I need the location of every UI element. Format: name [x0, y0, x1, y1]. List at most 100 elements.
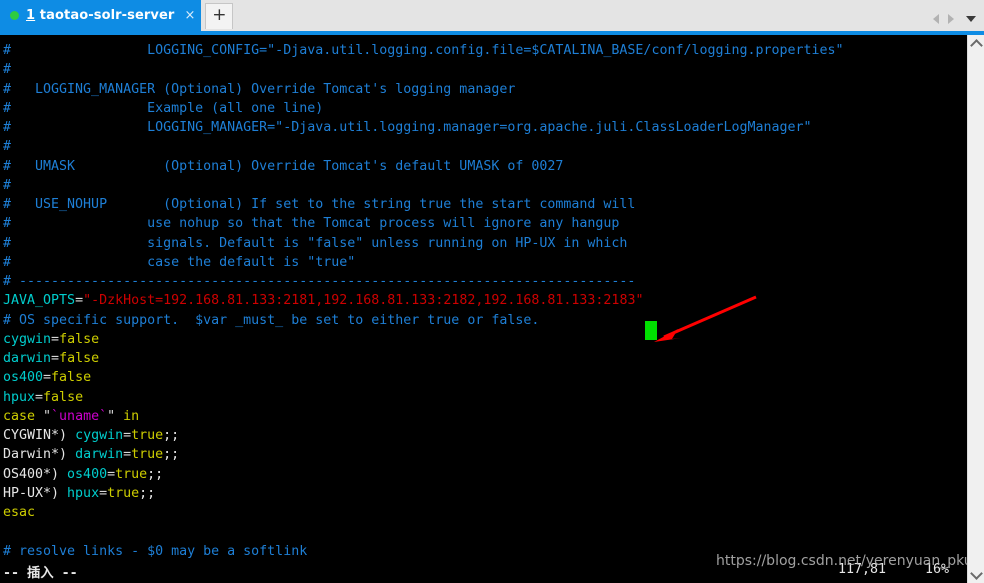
tab-status-dot	[10, 11, 19, 20]
code-token: #	[3, 177, 12, 193]
code-token: =	[35, 389, 44, 405]
code-line: JAVA_OPTS="-DzkHost=192.168.81.133:2181,…	[3, 291, 844, 310]
code-token: # signals. Default is "false" unless run…	[3, 235, 628, 251]
code-token: darwin	[3, 351, 52, 366]
code-token: =	[51, 351, 60, 366]
vim-mode-indicator: -- 插入 --	[3, 566, 78, 581]
code-token: true	[115, 466, 148, 482]
triangle-left-icon[interactable]	[933, 14, 939, 24]
code-content: # LOGGING_CONFIG="-Djava.util.logging.co…	[3, 41, 844, 561]
tab-title: taotao-solr-server	[39, 8, 175, 23]
code-token: # Example (all one line)	[3, 100, 324, 116]
tab-bar: 1 taotao-solr-server × +	[0, 0, 984, 31]
vim-scroll-percent: 16%	[925, 562, 950, 577]
code-line: # LOGGING_CONFIG="-Djava.util.logging.co…	[3, 41, 844, 60]
triangle-right-icon[interactable]	[948, 14, 954, 24]
code-token: in	[123, 408, 140, 424]
code-line: esac	[3, 503, 844, 522]
code-token: #	[3, 139, 12, 155]
code-line: hpux=false	[3, 388, 844, 407]
code-token: true	[131, 428, 164, 443]
code-token: darwin	[75, 447, 124, 463]
code-token: false	[59, 331, 100, 347]
code-token: OS400*)	[3, 466, 68, 482]
code-token: os400	[3, 370, 44, 386]
code-line: case "`uname`" in	[3, 407, 844, 426]
code-token: Darwin*)	[3, 447, 76, 463]
code-token: # UMASK (Optional) Override Tomcat's def…	[3, 158, 564, 174]
code-token: # use nohup so that the Tomcat process w…	[3, 216, 620, 232]
code-token: ;;	[163, 428, 180, 443]
code-line: #	[3, 176, 844, 195]
code-token: # LOGGING_MANAGER (Optional) Override To…	[3, 81, 516, 97]
code-line: HP-UX*) hpux=true;;	[3, 484, 844, 503]
code-token: # case the default is "true"	[3, 254, 356, 270]
chevron-down-icon[interactable]	[968, 566, 984, 583]
code-line: # resolve links - $0 may be a softlink	[3, 542, 844, 561]
text-cursor-block	[645, 321, 657, 340]
code-line: os400=false	[3, 368, 844, 387]
code-token: =	[51, 331, 60, 347]
code-line: # --------------------------------------…	[3, 272, 844, 291]
code-line: # UMASK (Optional) Override Tomcat's def…	[3, 157, 844, 176]
tab-number: 1	[26, 8, 36, 23]
code-token: =	[107, 466, 116, 482]
code-line: # OS specific support. $var _must_ be se…	[3, 311, 844, 330]
vim-status-bar: -- 插入 -- 117,81 16%	[0, 559, 967, 583]
code-token: ;;	[163, 447, 180, 463]
code-token: cygwin	[75, 428, 124, 443]
code-token: true	[107, 485, 140, 501]
code-line: # Example (all one line)	[3, 99, 844, 118]
code-token: =	[123, 428, 132, 443]
scrollbar-thumb[interactable]	[969, 53, 983, 113]
code-token: =	[75, 293, 84, 309]
code-token: HP-UX*)	[3, 485, 68, 501]
code-token: `uname`	[51, 408, 108, 424]
vertical-scrollbar[interactable]	[967, 35, 984, 583]
code-line: # signals. Default is "false" unless run…	[3, 234, 844, 253]
close-icon[interactable]: ×	[184, 9, 195, 22]
code-line: # LOGGING_MANAGER="-Djava.util.logging.m…	[3, 118, 844, 137]
code-token: =	[123, 447, 132, 463]
code-token: case	[3, 408, 36, 424]
code-token: # USE_NOHUP (Optional) If set to the str…	[3, 197, 636, 212]
code-line: cygwin=false	[3, 330, 844, 349]
chevron-up-icon[interactable]	[968, 35, 984, 52]
vim-cursor-position: 117,81	[838, 562, 887, 577]
terminal-window: 1 taotao-solr-server × + # LOGGING_CONFI…	[0, 0, 984, 583]
code-token: cygwin	[3, 331, 52, 347]
code-token: "	[35, 408, 52, 424]
code-line: darwin=false	[3, 349, 844, 368]
code-token: # LOGGING_CONFIG="-Djava.util.logging.co…	[3, 43, 844, 58]
new-tab-button[interactable]: +	[205, 3, 234, 29]
code-line: # USE_NOHUP (Optional) If set to the str…	[3, 195, 844, 214]
code-token: =	[99, 485, 108, 501]
code-token: # --------------------------------------…	[3, 274, 636, 289]
tab-label: 1 taotao-solr-server	[26, 8, 174, 23]
code-token: #	[3, 62, 12, 78]
terminal-body[interactable]: # LOGGING_CONFIG="-Djava.util.logging.co…	[0, 35, 967, 583]
tab-nav-controls	[933, 14, 976, 24]
code-token: hpux	[3, 389, 36, 405]
code-line: # LOGGING_MANAGER (Optional) Override To…	[3, 80, 844, 99]
code-token: # resolve links - $0 may be a softlink	[3, 543, 308, 559]
code-line: #	[3, 60, 844, 79]
code-line: # use nohup so that the Tomcat process w…	[3, 214, 844, 233]
code-token: ;;	[139, 485, 156, 501]
code-token: hpux	[67, 485, 100, 501]
code-token: esac	[3, 505, 36, 520]
caret-down-icon[interactable]	[966, 16, 976, 22]
code-token: "-DzkHost=192.168.81.133:2181,192.168.81…	[83, 293, 644, 309]
code-line: OS400*) os400=true;;	[3, 465, 844, 484]
code-token: os400	[67, 466, 108, 482]
code-token: false	[59, 351, 100, 366]
code-token: "	[107, 408, 124, 424]
code-token: # LOGGING_MANAGER="-Djava.util.logging.m…	[3, 120, 812, 135]
code-token: true	[131, 447, 164, 463]
code-line: Darwin*) darwin=true;;	[3, 445, 844, 464]
tab-taotao-solr-server[interactable]: 1 taotao-solr-server ×	[0, 0, 202, 31]
code-token: false	[43, 389, 84, 405]
code-token: JAVA_OPTS	[3, 293, 76, 309]
code-token: ;;	[147, 466, 164, 482]
